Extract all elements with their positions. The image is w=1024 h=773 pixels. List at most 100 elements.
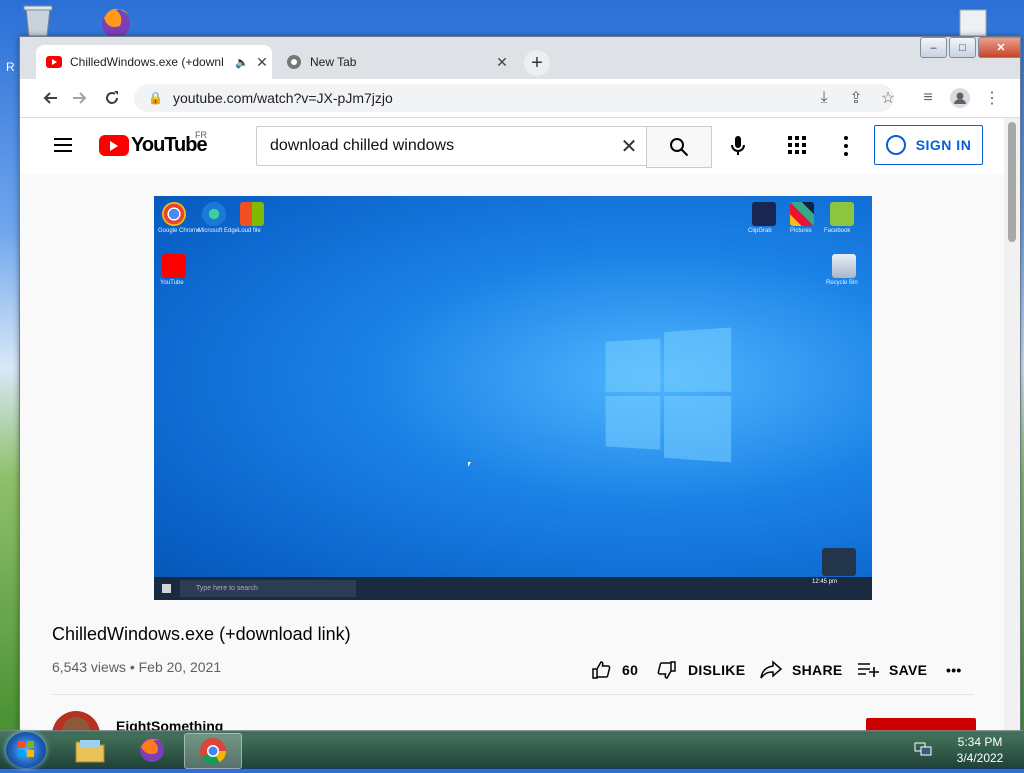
channel-avatar[interactable] [52, 711, 100, 731]
lock-icon[interactable]: 🔒 [148, 91, 163, 105]
video-icon-label: Facebook [824, 228, 851, 234]
like-count: 60 [622, 662, 639, 678]
facebook-app-icon [830, 202, 854, 226]
video-icon-label: Pictures [790, 228, 812, 234]
playlist-add-icon [857, 659, 879, 681]
video-title: ChilledWindows.exe (+download link) [52, 624, 351, 644]
video-icon-label: Recycle Bin [826, 280, 858, 286]
desktop-edge-letter: R [6, 60, 15, 74]
video-icon-label: ClipGrab [748, 228, 772, 234]
maximize-button[interactable]: □ [949, 37, 976, 58]
url-text: youtube.com/watch?v=JX-pJm7jzjo [172, 90, 393, 106]
back-arrow-icon[interactable] [38, 86, 62, 110]
settings-more-icon[interactable] [838, 134, 854, 158]
install-app-icon[interactable]: ⤓ [812, 86, 836, 110]
pictures-app-icon [790, 202, 814, 226]
divider [52, 694, 974, 695]
save-button[interactable]: SAVE [857, 658, 927, 682]
address-bar[interactable]: 🔒 youtube.com/watch?v=JX-pJm7jzjo [134, 84, 894, 112]
tab-title: New Tab [310, 55, 357, 69]
tab-title: ChilledWindows.exe (+downl [70, 55, 224, 69]
mouse-cursor-icon [468, 462, 471, 467]
video-views-date: 6,543 views • Feb 20, 2021 [52, 659, 222, 675]
apps-grid-icon[interactable] [788, 136, 806, 154]
share-arrow-icon [760, 659, 782, 681]
close-tab-icon[interactable]: ✕ [492, 54, 512, 71]
share-page-icon[interactable]: ⇪ [844, 86, 868, 110]
scrollbar-thumb[interactable] [1008, 122, 1016, 242]
dislike-button[interactable]: DISLIKE [656, 658, 745, 682]
new-tab-button[interactable]: + [524, 50, 550, 76]
taskbar-chrome[interactable] [184, 733, 242, 769]
video-icon-label: Loud file [238, 228, 261, 234]
forward-arrow-icon[interactable] [68, 86, 92, 110]
youtube-app-icon [162, 254, 186, 278]
network-icon[interactable] [914, 741, 932, 757]
tab-strip: ChilledWindows.exe (+downl 🔈 ✕ New Tab ✕… [20, 37, 1020, 79]
windows-logo-icon [605, 323, 736, 469]
chrome-icon [200, 738, 227, 765]
thumbs-up-icon [590, 659, 612, 681]
sign-in-button[interactable]: SIGN IN [874, 125, 983, 165]
search-icon [670, 138, 689, 157]
minimize-button[interactable]: – [920, 37, 947, 58]
windows-taskbar: 5:34 PM 3/4/2022 [0, 730, 1024, 769]
account-avatar-icon [885, 135, 906, 155]
chrome-app-icon [162, 202, 186, 226]
embedded-clock: 12:45 pm [812, 579, 838, 585]
youtube-page: YouTube FR download chilled windows ✕ SI… [20, 118, 1004, 731]
clipgrab-app-icon [752, 202, 776, 226]
hamburger-menu-icon[interactable] [54, 138, 72, 152]
more-actions-button[interactable]: ••• [946, 658, 962, 682]
search-input[interactable]: download chilled windows [257, 137, 611, 155]
taskbar-clock[interactable]: 5:34 PM 3/4/2022 [940, 734, 1020, 766]
thumbs-down-icon [656, 659, 678, 681]
chrome-menu-icon[interactable]: ⋮ [980, 86, 1004, 110]
profile-icon[interactable] [948, 86, 972, 110]
reload-icon[interactable] [100, 86, 124, 110]
start-button[interactable] [6, 732, 46, 768]
audio-icon[interactable]: 🔈 [232, 56, 252, 69]
voice-search-mic-icon[interactable] [726, 134, 750, 158]
embedded-start-icon [162, 584, 171, 593]
close-tab-icon[interactable]: ✕ [252, 54, 272, 71]
dislike-label: DISLIKE [688, 662, 746, 678]
bookmark-star-icon[interactable]: ☆ [876, 86, 900, 110]
windows-start-icon [18, 741, 34, 757]
save-label: SAVE [889, 662, 928, 678]
youtube-logo[interactable]: YouTube FR [99, 130, 208, 157]
taskbar-firefox[interactable] [124, 733, 180, 767]
folder-icon [75, 740, 105, 763]
tab-youtube[interactable]: ChilledWindows.exe (+downl 🔈 ✕ [36, 45, 272, 79]
clear-search-icon[interactable]: ✕ [611, 134, 647, 159]
share-label: SHARE [792, 662, 843, 678]
embedded-taskbar: Type here to search 12:45 pm [154, 577, 872, 600]
youtube-play-icon [99, 135, 129, 156]
youtube-header: YouTube FR download chilled windows ✕ SI… [20, 118, 1004, 174]
embedded-search-box: Type here to search [180, 580, 356, 597]
page-scrollbar[interactable] [1004, 118, 1020, 731]
chrome-icon [286, 54, 302, 70]
recycle-bin-app-icon [832, 254, 856, 278]
windows-flag-icon [240, 202, 264, 226]
youtube-icon [46, 54, 62, 70]
browser-toolbar: 🔒 youtube.com/watch?v=JX-pJm7jzjo ⤓ ⇪ ☆ … [20, 79, 1020, 118]
video-player[interactable]: Google Chrome Microsoft Edge Loud file Y… [154, 196, 872, 600]
more-actions-icon: ••• [946, 662, 962, 678]
firefox-icon [140, 738, 164, 762]
video-icon-label: Google Chrome [158, 228, 201, 234]
video-icon-label: Microsoft Edge [198, 228, 239, 234]
close-window-button[interactable]: ✕ [978, 37, 1020, 58]
tab-new-tab[interactable]: New Tab ✕ [276, 45, 512, 79]
search-box[interactable]: download chilled windows ✕ [256, 126, 648, 166]
taskbar-explorer[interactable] [62, 733, 118, 767]
search-button[interactable] [646, 126, 712, 168]
like-button[interactable]: 60 [590, 658, 638, 682]
edge-app-icon [202, 202, 226, 226]
media-controls-icon[interactable]: ≡ [916, 86, 940, 110]
video-icon-label: YouTube [160, 280, 184, 286]
sign-in-label: SIGN IN [915, 137, 972, 153]
share-button[interactable]: SHARE [760, 658, 843, 682]
window-controls: – □ ✕ [918, 37, 1020, 58]
chrome-window: ChilledWindows.exe (+downl 🔈 ✕ New Tab ✕… [19, 36, 1021, 732]
